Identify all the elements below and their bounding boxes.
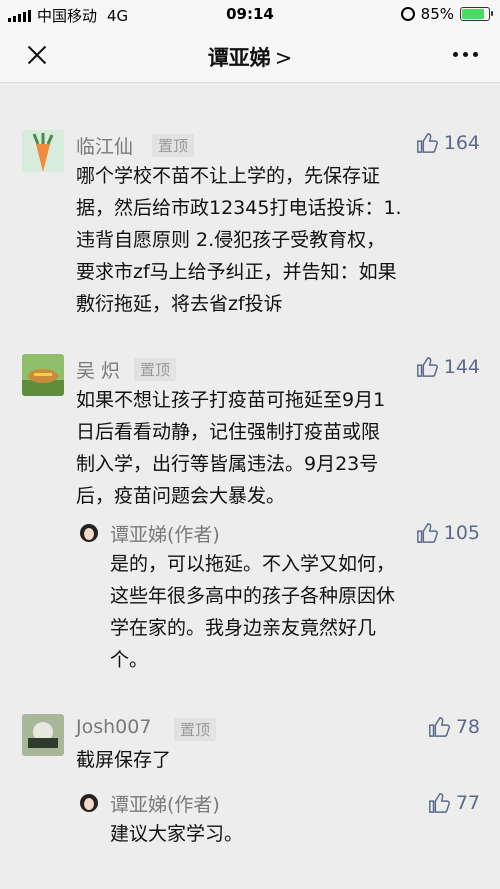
- like-count: 164: [443, 132, 480, 154]
- author-name[interactable]: 谭亚娣(作者): [110, 520, 220, 547]
- page-title[interactable]: 谭亚娣 >: [0, 42, 500, 72]
- commenter-name[interactable]: 临江仙: [76, 132, 133, 159]
- like-count: 77: [455, 792, 480, 814]
- comment-line: 如果不想让孩子打疫苗可拖延至9月1: [76, 389, 386, 411]
- nav-bar: 谭亚娣 >: [0, 30, 500, 83]
- author-avatar[interactable]: [76, 520, 102, 546]
- reply-line: 个。: [110, 649, 149, 671]
- commenter-name[interactable]: 吴 炽: [76, 356, 120, 383]
- page-title-text: 谭亚娣: [207, 46, 271, 70]
- avatar[interactable]: [22, 130, 64, 172]
- reply-line: 这些年很多高中的孩子各种原因休: [110, 585, 396, 607]
- reply-text: 是的，可以拖延。不入学又如何， 这些年很多高中的孩子各种原因休 学在家的。我身边…: [110, 548, 395, 676]
- comment-line: 据，然后给市政12345打电话投诉：1.: [76, 197, 402, 219]
- like-button[interactable]: 77: [428, 792, 480, 814]
- battery-percent: 85%: [420, 5, 454, 23]
- reply-line: 学在家的。我身边亲友竟然好几: [110, 617, 377, 639]
- thumbs-up-icon: [428, 717, 450, 737]
- pinned-badge: 置顶: [174, 718, 217, 741]
- more-options-icon[interactable]: [453, 52, 478, 57]
- like-count: 105: [443, 522, 480, 544]
- comment-line: 日后看看动静，记住强制打疫苗或限: [76, 421, 381, 443]
- comment-line: 哪个学校不苗不让上学的，先保存证: [76, 165, 381, 187]
- rotation-lock-icon: [400, 7, 415, 21]
- like-button[interactable]: 144: [416, 356, 480, 378]
- comment-line: 违背自愿原则 2.侵犯孩子受教育权，: [76, 229, 386, 251]
- commenter-name[interactable]: Josh007: [76, 716, 151, 738]
- comment-line: 敷衍拖延，将去省zf投诉: [76, 293, 283, 315]
- comment-text: 截屏保存了: [76, 744, 171, 776]
- avatar[interactable]: [22, 354, 64, 396]
- thumbs-up-icon: [416, 133, 438, 153]
- thumbs-up-icon: [416, 523, 438, 543]
- avatar[interactable]: [22, 714, 64, 756]
- reply-text: 建议大家学习。: [110, 818, 243, 850]
- comment-line: 后，疫苗问题会大暴发。: [76, 485, 286, 507]
- status-bar: 中国移动 4G 09:14 85%: [0, 0, 500, 30]
- like-button[interactable]: 164: [416, 132, 480, 154]
- pinned-badge: 置顶: [134, 358, 177, 381]
- comment-text: 如果不想让孩子打疫苗可拖延至9月1 日后看看动静，记住强制打疫苗或限 制入学，出…: [76, 384, 385, 512]
- pinned-badge: 置顶: [152, 134, 195, 157]
- like-button[interactable]: 105: [416, 522, 480, 544]
- author-avatar[interactable]: [76, 790, 102, 816]
- like-count: 78: [455, 716, 480, 738]
- chevron-right-icon: >: [274, 46, 293, 70]
- like-count: 144: [443, 356, 480, 378]
- comment-line: 制入学，出行等皆属违法。9月23号: [76, 453, 379, 475]
- comment-line: 要求市zf马上给予纠正，并告知：如果: [76, 261, 397, 283]
- battery-icon: [460, 7, 493, 21]
- thumbs-up-icon: [428, 793, 450, 813]
- reply-line: 是的，可以拖延。不入学又如何，: [110, 553, 396, 575]
- thumbs-up-icon: [416, 357, 438, 377]
- author-name[interactable]: 谭亚娣(作者): [110, 790, 220, 817]
- reply-line: 建议大家学习。: [110, 823, 244, 845]
- comment-text: 哪个学校不苗不让上学的，先保存证 据，然后给市政12345打电话投诉：1. 违背…: [76, 160, 402, 320]
- comment-line: 截屏保存了: [76, 749, 172, 771]
- like-button[interactable]: 78: [428, 716, 480, 738]
- status-right: 85%: [400, 5, 493, 23]
